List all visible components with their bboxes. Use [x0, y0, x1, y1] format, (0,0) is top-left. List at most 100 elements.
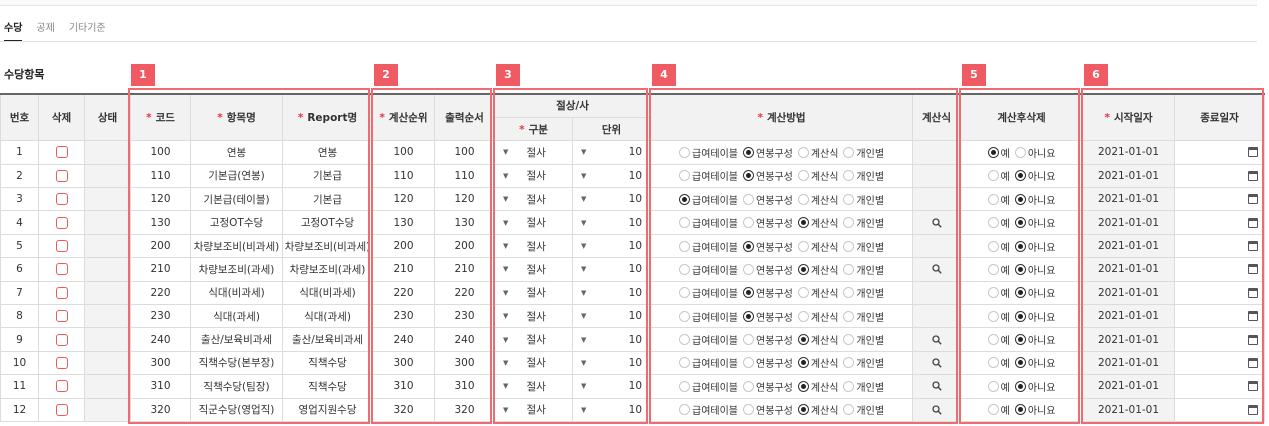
checkbox-icon[interactable]	[55, 263, 68, 276]
cell-start-date[interactable]: 2021-01-01	[1082, 327, 1176, 352]
radio-icon[interactable]	[743, 217, 754, 229]
radio-icon[interactable]	[987, 310, 999, 322]
table-row[interactable]: 9 240 출산/보육비과세 출산/보육비과세 240 240 ▼ 절사 ▼ 10 …	[0, 327, 1266, 352]
cell-end-date[interactable]	[1174, 374, 1266, 399]
cell-delete[interactable]	[38, 140, 85, 165]
radio-icon[interactable]	[679, 263, 690, 275]
radio-icon[interactable]	[1014, 193, 1026, 205]
caret-down-icon[interactable]: ▼	[503, 219, 508, 227]
cell-code[interactable]: 320	[130, 397, 191, 422]
cell-rounding-type[interactable]: ▼ 절사	[494, 350, 573, 376]
cell-print-order[interactable]: 120	[434, 187, 495, 212]
radio-icon[interactable]	[843, 287, 855, 299]
cell-end-date[interactable]	[1174, 304, 1266, 329]
cell-end-date[interactable]	[1174, 140, 1266, 165]
caret-down-icon[interactable]: ▼	[503, 336, 508, 344]
radio-icon[interactable]	[797, 380, 809, 392]
cell-start-date[interactable]: 2021-01-01	[1082, 350, 1176, 376]
radio-icon[interactable]	[743, 193, 754, 205]
calc-method-option[interactable]: 급여테이블	[679, 379, 738, 394]
cell-code[interactable]: 200	[130, 233, 191, 259]
cell-calc-order[interactable]: 200	[372, 233, 435, 259]
cell-calc-order[interactable]: 130	[372, 210, 435, 235]
cell-print-order[interactable]: 110	[434, 163, 495, 189]
calendar-icon[interactable]	[1248, 357, 1259, 368]
calc-method-option[interactable]: 급여테이블	[679, 215, 738, 230]
calc-method-option[interactable]: 개인별	[843, 332, 884, 347]
caret-down-icon[interactable]: ▼	[581, 148, 586, 156]
radio-icon[interactable]	[679, 170, 690, 182]
cell-formula[interactable]	[912, 374, 962, 399]
search-icon[interactable]	[914, 334, 960, 345]
delete-after-option[interactable]: 예	[987, 168, 1010, 183]
cell-rounding-unit[interactable]: ▼ 10	[571, 397, 652, 422]
cell-calc-order[interactable]: 110	[372, 163, 435, 189]
calc-method-option[interactable]: 개인별	[843, 379, 884, 394]
radio-icon[interactable]	[743, 240, 754, 252]
delete-after-option[interactable]: 예	[987, 379, 1010, 394]
cell-delete[interactable]	[38, 374, 85, 399]
cell-formula[interactable]	[912, 257, 962, 282]
table-row[interactable]: 12 320 직군수당(영업직) 영업지원수당 320 320 ▼ 절사 ▼ 10 …	[0, 397, 1266, 422]
radio-icon[interactable]	[1014, 310, 1026, 322]
cell-print-order[interactable]: 130	[434, 210, 495, 235]
delete-after-option[interactable]: 아니요	[1014, 192, 1055, 207]
cell-formula[interactable]	[912, 397, 962, 422]
delete-after-option[interactable]: 아니요	[1014, 332, 1055, 347]
caret-down-icon[interactable]: ▼	[503, 406, 508, 414]
radio-icon[interactable]	[843, 146, 855, 158]
caret-down-icon[interactable]: ▼	[503, 148, 508, 156]
cell-delete[interactable]	[38, 187, 85, 212]
radio-icon[interactable]	[1014, 334, 1026, 346]
cell-delete[interactable]	[38, 304, 85, 329]
caret-down-icon[interactable]: ▼	[581, 265, 586, 273]
cell-report[interactable]: 고정OT수당	[282, 210, 373, 235]
radio-icon[interactable]	[843, 404, 855, 416]
delete-after-option[interactable]: 아니요	[1014, 309, 1055, 324]
calc-method-option[interactable]: 급여테이블	[679, 285, 738, 300]
cell-rounding-unit[interactable]: ▼ 10	[571, 374, 652, 399]
cell-delete[interactable]	[38, 350, 85, 376]
radio-icon[interactable]	[843, 334, 855, 346]
caret-down-icon[interactable]: ▼	[581, 382, 586, 390]
cell-report[interactable]: 차량보조비(비과세)	[282, 233, 373, 259]
cell-end-date[interactable]	[1174, 397, 1266, 422]
cell-rounding-unit[interactable]: ▼ 10	[571, 187, 652, 212]
cell-formula[interactable]	[912, 350, 962, 376]
delete-after-option[interactable]: 예	[987, 355, 1010, 370]
delete-after-option[interactable]: 예	[987, 192, 1010, 207]
caret-down-icon[interactable]: ▼	[581, 242, 586, 250]
delete-after-option[interactable]: 아니요	[1014, 285, 1055, 300]
delete-after-option[interactable]: 아니요	[1014, 239, 1055, 254]
tab-allowance[interactable]: 수당	[4, 22, 23, 42]
cell-calc-order[interactable]: 100	[372, 140, 435, 165]
cell-report[interactable]: 직책수당	[282, 350, 373, 376]
cell-rounding-unit[interactable]: ▼ 10	[571, 163, 652, 189]
radio-icon[interactable]	[679, 310, 690, 322]
delete-after-option[interactable]: 예	[987, 402, 1010, 417]
calc-method-option[interactable]: 계산식	[797, 402, 838, 417]
cell-rounding-type[interactable]: ▼ 절사	[494, 140, 573, 165]
radio-icon[interactable]	[743, 334, 754, 346]
caret-down-icon[interactable]: ▼	[503, 382, 508, 390]
cell-start-date[interactable]: 2021-01-01	[1082, 397, 1176, 422]
radio-icon[interactable]	[987, 334, 999, 346]
radio-icon[interactable]	[797, 193, 809, 205]
radio-icon[interactable]	[1014, 404, 1026, 416]
radio-icon[interactable]	[797, 263, 809, 275]
cell-delete[interactable]	[38, 163, 85, 189]
cell-start-date[interactable]: 2021-01-01	[1082, 163, 1176, 189]
cell-delete[interactable]	[38, 233, 85, 259]
cell-calc-order[interactable]: 210	[372, 257, 435, 282]
cell-calc-order[interactable]: 300	[372, 350, 435, 376]
radio-icon[interactable]	[679, 240, 690, 252]
calc-method-option[interactable]: 계산식	[797, 239, 838, 254]
radio-icon[interactable]	[797, 240, 809, 252]
calc-method-option[interactable]: 연봉구성	[743, 215, 793, 230]
caret-down-icon[interactable]: ▼	[503, 359, 508, 367]
cell-delete[interactable]	[38, 327, 85, 352]
cell-delete[interactable]	[38, 257, 85, 282]
radio-icon[interactable]	[679, 193, 690, 205]
cell-report[interactable]: 기본급	[282, 163, 373, 189]
delete-after-option[interactable]: 예	[987, 239, 1010, 254]
